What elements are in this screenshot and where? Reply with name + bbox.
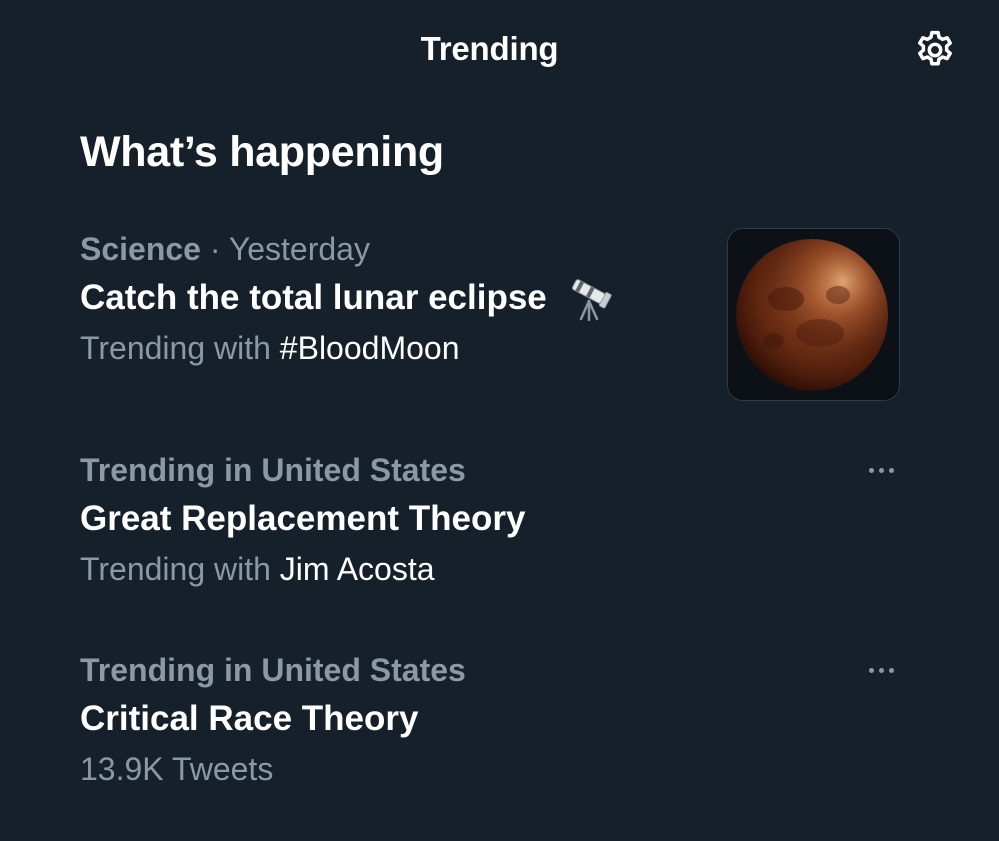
trend-name: Critical Race Theory (80, 699, 419, 738)
more-button[interactable] (858, 657, 904, 683)
trend-sub: Trending with Jim Acosta (80, 546, 910, 592)
tweet-count: 13.9K Tweets (80, 751, 274, 787)
telescope-icon (567, 275, 613, 322)
gear-icon (913, 28, 957, 77)
trend-hashtag[interactable]: #BloodMoon (280, 330, 460, 366)
page-title: Trending (420, 30, 559, 67)
trend-sub-prefix: Trending with (80, 330, 280, 366)
blood-moon-image[interactable] (727, 228, 900, 401)
section-title: What’s happening (80, 128, 444, 176)
trend-context-label: Trending in United States (80, 452, 466, 488)
more-icon (868, 467, 874, 473)
trend-time: Yesterday (228, 231, 370, 267)
trend-item-critical-race[interactable]: Trending in United States Critical Race … (80, 648, 910, 792)
trend-context: Trending in United States (80, 448, 910, 492)
trend-sub-prefix: Trending with (80, 551, 280, 587)
trend-context: Trending in United States (80, 648, 910, 692)
trend-item-great-replacement[interactable]: Trending in United States Great Replacem… (80, 448, 910, 592)
trend-name: Great Replacement Theory (80, 499, 526, 538)
more-icon (868, 667, 874, 673)
meta-separator: · (200, 231, 229, 267)
settings-button[interactable] (910, 27, 960, 77)
trend-context-label: Trending in United States (80, 652, 466, 688)
trend-category: Science (80, 231, 201, 267)
trend-related[interactable]: Jim Acosta (280, 551, 435, 587)
more-button[interactable] (858, 457, 904, 483)
trend-name: Catch the total lunar eclipse (80, 278, 547, 317)
